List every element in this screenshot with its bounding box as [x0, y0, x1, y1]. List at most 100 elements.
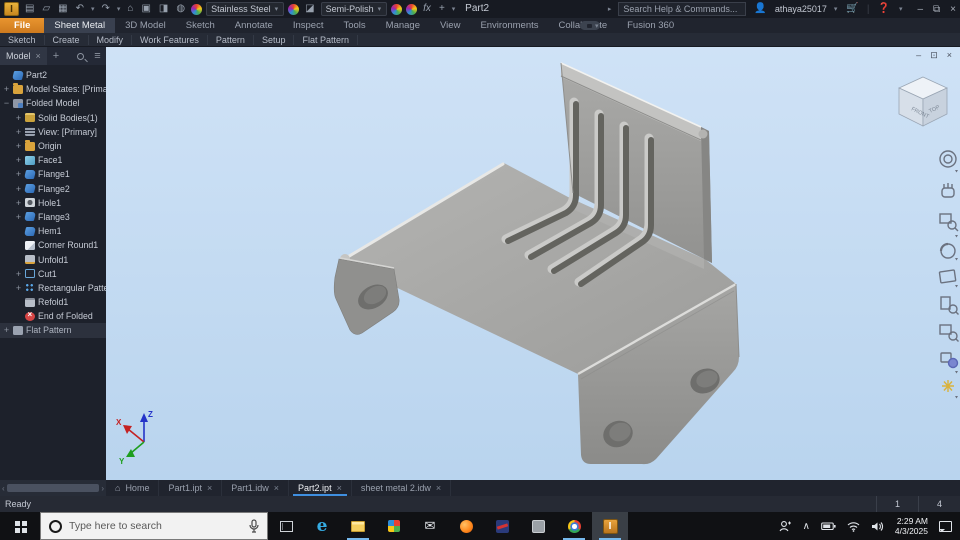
document-tab[interactable]: Part2.ipt × — [289, 480, 352, 496]
viewport-canvas[interactable]: FRONT TOP Z X Y — [106, 47, 960, 480]
browser-tree-item[interactable]: Refold1 — [0, 295, 106, 309]
browser-horizontal-scrollbar[interactable]: ‹ › — [0, 480, 106, 496]
redo-icon[interactable]: ↷ — [100, 2, 112, 16]
taskbar-app-button[interactable] — [268, 512, 304, 540]
browser-tree-item[interactable]: + Flat Pattern — [0, 323, 106, 338]
tab-close-icon[interactable]: × — [274, 483, 279, 493]
minimize-button[interactable]: – — [917, 4, 923, 15]
material-dropdown[interactable]: Stainless Steel ▾ — [206, 2, 285, 16]
browser-search-icon[interactable] — [77, 52, 85, 60]
doc-restore-icon[interactable]: ⊡ — [930, 50, 938, 61]
lighting-icon[interactable] — [942, 380, 958, 399]
graphics-viewport[interactable]: – ⊡ × FRONT TOP Z X Y — [106, 47, 960, 480]
taskbar-clock[interactable]: 2:29 AM 4/3/2025 — [895, 516, 928, 536]
ribbon-tab[interactable]: Manage — [376, 18, 430, 33]
open-icon[interactable]: ▱ — [40, 2, 52, 16]
browser-tree-item[interactable]: + Flange3 — [0, 210, 106, 224]
orbit-icon[interactable] — [939, 242, 958, 261]
update-icon[interactable]: ◨ — [157, 2, 170, 16]
browser-tree-item[interactable]: + Face1 — [0, 153, 106, 167]
panel-tab[interactable]: Flat Pattern — [294, 34, 358, 45]
tree-expander[interactable]: − — [3, 98, 10, 108]
tree-expander[interactable]: + — [15, 155, 22, 165]
adjust-wheel2-icon[interactable] — [406, 3, 418, 15]
panel-tab[interactable]: Sketch — [0, 34, 45, 45]
visual-style-icon[interactable] — [940, 352, 959, 374]
inventor-app-button[interactable]: I — [4, 2, 19, 16]
ribbon-tab[interactable]: File — [0, 18, 45, 33]
help-icon[interactable]: ❓ — [875, 2, 891, 16]
tree-expander[interactable]: + — [15, 198, 22, 208]
tree-expander[interactable]: + — [3, 325, 10, 335]
panel-tab[interactable]: Work Features — [132, 34, 208, 45]
panel-tab[interactable]: Modify — [89, 34, 133, 45]
undo-caret-icon[interactable]: ▾ — [90, 5, 96, 13]
tree-expander[interactable]: + — [15, 184, 22, 194]
doc-minimize-icon[interactable]: – — [916, 50, 921, 61]
measure-plus-icon[interactable]: + — [437, 2, 447, 16]
taskbar-app-button[interactable] — [448, 512, 484, 540]
taskbar-search-input[interactable]: Type here to search — [40, 512, 268, 540]
browser-tree-item[interactable]: + View: [Primary] — [0, 125, 106, 139]
hidden-icons-chevron-icon[interactable]: ∧ — [803, 521, 810, 532]
document-tab[interactable]: Part1.idw × — [222, 480, 290, 496]
tree-expander[interactable]: + — [15, 212, 22, 222]
flyout-arrow-icon[interactable]: ▸ — [607, 5, 613, 13]
iproperties-icon[interactable]: ▣ — [139, 2, 152, 16]
pan-icon[interactable] — [941, 183, 955, 198]
ribbon-tab[interactable]: Sketch — [176, 18, 225, 33]
cart-icon[interactable]: 🛒 — [844, 2, 860, 16]
viewcube[interactable]: FRONT TOP — [898, 76, 948, 127]
tree-expander[interactable]: + — [15, 127, 22, 137]
tab-close-icon[interactable]: × — [436, 483, 441, 493]
home-tab[interactable]: ⌂ Home — [106, 480, 160, 496]
toolbar-overflow-caret-icon[interactable]: ▾ — [451, 5, 457, 13]
taskbar-app-button[interactable] — [520, 512, 556, 540]
ribbon-tab[interactable]: Tools — [333, 18, 375, 33]
tab-close-icon[interactable]: × — [207, 483, 212, 493]
document-tab[interactable]: Part1.ipt × — [159, 480, 223, 496]
tree-expander[interactable]: + — [15, 169, 22, 179]
browser-model-tab[interactable]: Model × — [0, 47, 47, 65]
ribbon-tab[interactable]: Fusion 360 — [617, 18, 684, 33]
panel-tab[interactable]: Setup — [254, 34, 295, 45]
taskbar-app-button[interactable]: e — [304, 512, 340, 540]
select-icon[interactable]: ◍ — [174, 2, 187, 16]
zoom-window-icon[interactable] — [940, 296, 959, 315]
browser-tree-item[interactable]: + Origin — [0, 139, 106, 153]
save-icon[interactable]: ▦ — [56, 2, 69, 16]
scroll-left-icon[interactable]: ‹ — [2, 484, 5, 493]
zoom-selected-icon[interactable] — [939, 324, 959, 342]
action-center-icon[interactable] — [939, 520, 952, 532]
navigation-wheel-icon[interactable] — [939, 150, 958, 173]
browser-tree-item[interactable]: Unfold1 — [0, 252, 106, 266]
tree-expander[interactable]: + — [15, 141, 22, 151]
redo-caret-icon[interactable]: ▾ — [116, 5, 122, 13]
browser-tree-item[interactable]: + Model States: [Primary] — [0, 82, 106, 96]
browser-tree-item[interactable]: − Folded Model — [0, 96, 106, 110]
taskbar-app-button[interactable] — [340, 512, 376, 540]
new-file-icon[interactable]: ▤ — [23, 2, 36, 16]
taskbar-app-button[interactable]: ✉ — [412, 512, 448, 540]
browser-tree-item[interactable]: Corner Round1 — [0, 238, 106, 252]
panel-tab[interactable]: Create — [45, 34, 89, 45]
undo-icon[interactable]: ↶ — [74, 2, 86, 16]
tab-close-icon[interactable]: × — [337, 483, 342, 493]
taskbar-app-button[interactable] — [484, 512, 520, 540]
ribbon-tab[interactable]: Annotate — [225, 18, 283, 33]
doc-close-icon[interactable]: × — [947, 50, 952, 61]
panel-tab[interactable]: Pattern — [208, 34, 254, 45]
people-icon[interactable] — [779, 520, 792, 533]
username[interactable]: athaya25017 — [775, 4, 827, 14]
ribbon-tab[interactable]: 3D Model — [115, 18, 176, 33]
zoom-icon[interactable] — [939, 213, 959, 238]
taskbar-app-button[interactable]: I — [592, 512, 628, 540]
ribbon-tab[interactable]: Sheet Metal — [44, 18, 116, 33]
browser-menu-icon[interactable]: ≡ — [94, 50, 100, 62]
home-view-icon[interactable]: ⌂ — [125, 2, 135, 16]
sheet-metal-part[interactable] — [333, 62, 740, 465]
scrollbar-thumb[interactable] — [6, 484, 100, 492]
volume-icon[interactable] — [871, 521, 884, 532]
tree-expander[interactable]: + — [15, 113, 22, 123]
help-caret-icon[interactable]: ▾ — [898, 5, 904, 13]
